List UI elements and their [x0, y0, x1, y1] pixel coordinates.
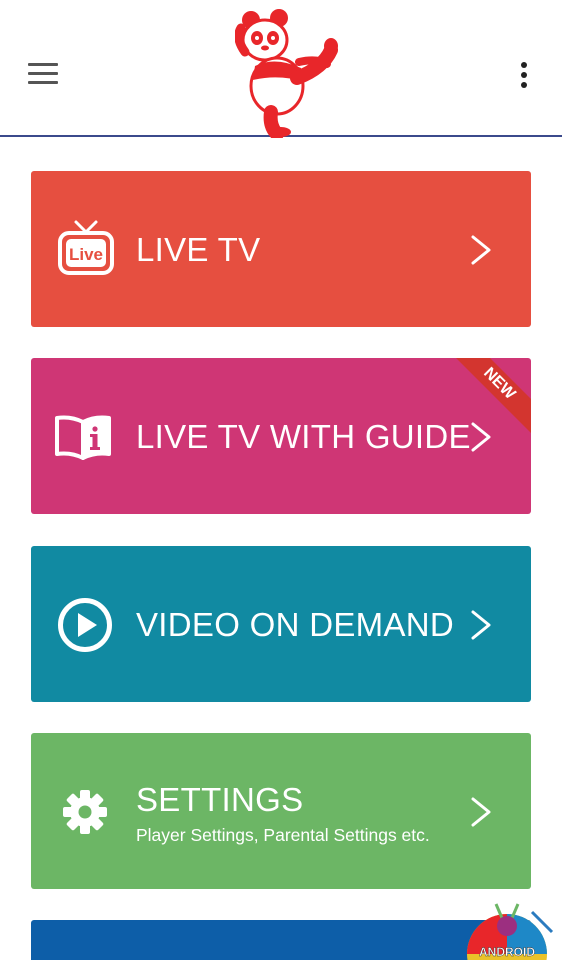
tile-label: LIVE TV	[136, 231, 261, 268]
live-tv-with-guide-button[interactable]: LIVE TV WITH GUIDE NEW	[31, 358, 531, 514]
svg-text:ANDROID: ANDROID	[479, 945, 535, 959]
svg-text:Live: Live	[69, 245, 103, 264]
live-tv-button[interactable]: Live LIVE TV	[31, 171, 531, 327]
new-badge-label: NEW	[451, 358, 531, 435]
panda-logo-icon	[235, 9, 338, 138]
new-badge: NEW	[451, 358, 531, 438]
tile-label: SETTINGS	[136, 781, 304, 818]
video-on-demand-button[interactable]: VIDEO ON DEMAND	[31, 546, 531, 702]
more-vertical-icon[interactable]	[516, 60, 532, 92]
live-tv-icon: Live	[58, 220, 114, 275]
play-circle-icon	[58, 598, 112, 652]
chevron-right-icon	[471, 610, 491, 640]
tile-label: LIVE TV WITH GUIDE	[136, 418, 471, 455]
settings-button[interactable]: SETTINGS Player Settings, Parental Setti…	[31, 733, 531, 889]
app-header	[0, 0, 562, 138]
android-watermark-icon: ANDROID	[467, 903, 554, 960]
hamburger-menu-icon[interactable]	[28, 63, 60, 87]
chevron-right-icon	[471, 235, 491, 265]
chevron-right-icon	[471, 797, 491, 827]
tile-label: VIDEO ON DEMAND	[136, 606, 455, 643]
gear-icon	[63, 790, 107, 834]
guide-book-icon	[55, 415, 111, 460]
tile-subtitle: Player Settings, Parental Settings etc.	[136, 825, 430, 845]
